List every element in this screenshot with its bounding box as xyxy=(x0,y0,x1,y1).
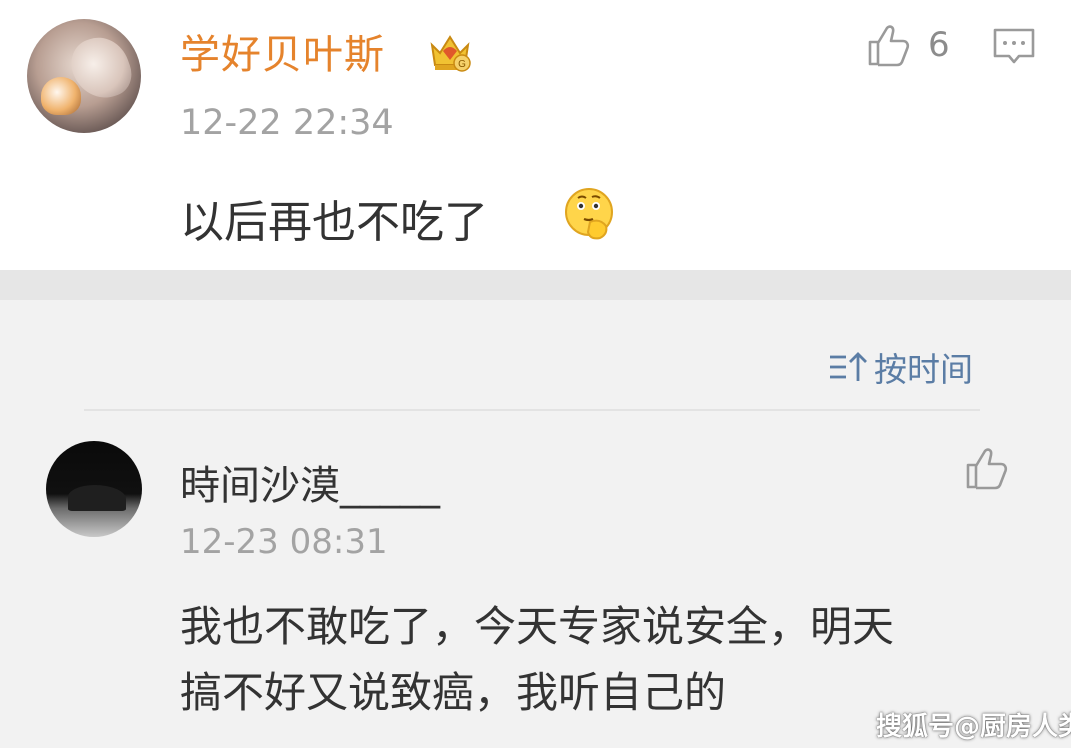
sort-by-time-button[interactable]: 按时间 xyxy=(828,345,973,389)
main-comment-card: 学好贝叶斯 G 12-22 22:34 以后再也不吃了 6 xyxy=(0,0,1071,270)
thumbs-up-icon[interactable] xyxy=(866,22,912,68)
section-divider xyxy=(0,270,1071,300)
crown-icon: G xyxy=(430,35,471,72)
reply-text-line: 我也不敢吃了，今天专家说安全，明天 xyxy=(180,602,895,651)
reply-avatar[interactable] xyxy=(46,441,142,537)
comment-bubble-icon[interactable] xyxy=(992,26,1036,66)
thinking-face-emoji-icon xyxy=(565,188,613,240)
reply-username[interactable]: 時间沙漠_____ xyxy=(180,453,440,511)
sort-label: 按时间 xyxy=(874,350,973,389)
thumbs-up-icon[interactable] xyxy=(964,445,1010,491)
svg-text:G: G xyxy=(458,59,466,70)
comment-timestamp: 12-22 22:34 xyxy=(180,103,394,143)
list-divider xyxy=(84,409,980,411)
comment-text: 以后再也不吃了 xyxy=(180,197,488,248)
avatar[interactable] xyxy=(27,19,141,133)
source-watermark: 搜狐号@厨房人类 xyxy=(876,712,1071,742)
reply-timestamp: 12-23 08:31 xyxy=(180,522,388,562)
sort-icon xyxy=(830,352,867,381)
avatar-rock-shape xyxy=(68,485,126,511)
avatar-cat-shape xyxy=(41,77,81,115)
comment-username[interactable]: 学好贝叶斯 xyxy=(180,22,385,80)
like-count: 6 xyxy=(928,25,950,65)
